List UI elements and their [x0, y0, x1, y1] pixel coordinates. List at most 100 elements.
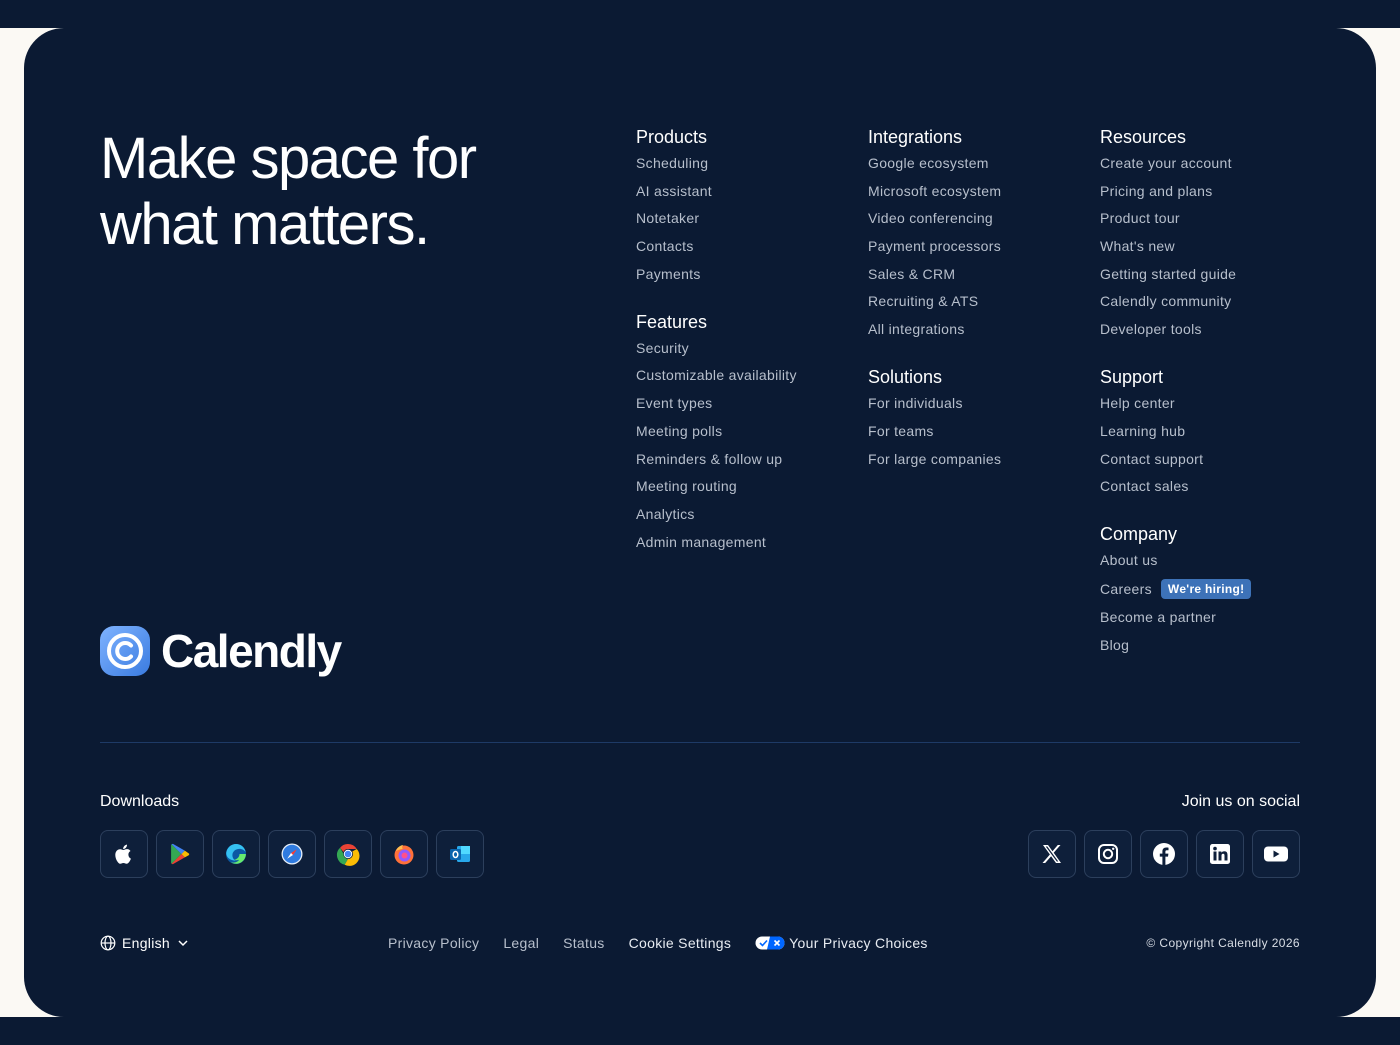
link-reminders[interactable]: Reminders & follow up: [636, 450, 797, 468]
outlook-download-button[interactable]: [436, 830, 484, 878]
calendly-logo-icon: [100, 626, 150, 676]
link-event-types[interactable]: Event types: [636, 394, 797, 412]
x-icon: [1042, 845, 1061, 863]
features-heading: Features: [636, 311, 708, 332]
footer-divider: [100, 742, 1300, 743]
link-for-large-companies[interactable]: For large companies: [868, 450, 1001, 468]
support-heading: Support: [1100, 367, 1164, 388]
copyright-text: © Copyright Calendly 2026: [1146, 936, 1300, 950]
chevron-down-icon: [178, 940, 188, 947]
privacy-toggle-icon: [755, 936, 785, 950]
link-about-us[interactable]: About us: [1100, 551, 1251, 569]
link-ai-assistant[interactable]: AI assistant: [636, 182, 797, 200]
hero-headline: Make space for what matters.: [100, 126, 540, 258]
solutions-heading: Solutions: [868, 367, 943, 388]
cookie-settings-button[interactable]: Cookie Settings: [629, 934, 732, 952]
privacy-choices-link[interactable]: Your Privacy Choices: [755, 934, 928, 952]
features-group: Features Security Customizable availabil…: [636, 311, 797, 551]
hero-line-1: Make space for: [100, 126, 477, 191]
link-microsoft-ecosystem[interactable]: Microsoft ecosystem: [868, 182, 1001, 200]
link-developer-tools[interactable]: Developer tools: [1100, 320, 1251, 338]
google-play-download-button[interactable]: [156, 830, 204, 878]
link-meeting-polls[interactable]: Meeting polls: [636, 422, 797, 440]
edge-download-button[interactable]: [212, 830, 260, 878]
apple-icon: [115, 844, 131, 864]
edge-icon: [226, 844, 246, 864]
link-video-conferencing[interactable]: Video conferencing: [868, 209, 1001, 227]
language-label: English: [122, 935, 171, 951]
instagram-social-button[interactable]: [1084, 830, 1132, 878]
youtube-social-button[interactable]: [1252, 830, 1300, 878]
link-customizable-availability[interactable]: Customizable availability: [636, 366, 797, 384]
link-contacts[interactable]: Contacts: [636, 237, 797, 255]
careers-row: Careers We're hiring!: [1100, 578, 1252, 599]
chrome-icon: [336, 843, 360, 866]
integrations-heading: Integrations: [868, 127, 963, 147]
safari-icon: [281, 843, 303, 865]
link-notetaker[interactable]: Notetaker: [636, 209, 797, 227]
link-analytics[interactable]: Analytics: [636, 505, 797, 523]
resources-heading: Resources: [1100, 127, 1187, 147]
solutions-group: Solutions For individuals For teams For …: [868, 366, 1001, 467]
link-all-integrations[interactable]: All integrations: [868, 320, 1001, 338]
language-selector[interactable]: English: [100, 934, 189, 952]
linkedin-icon: [1210, 844, 1230, 864]
link-payments[interactable]: Payments: [636, 265, 797, 283]
link-for-individuals[interactable]: For individuals: [868, 394, 1001, 412]
link-community[interactable]: Calendly community: [1100, 292, 1251, 310]
hero-line-2: what matters.: [100, 192, 430, 257]
link-payment-processors[interactable]: Payment processors: [868, 237, 1001, 255]
youtube-icon: [1264, 846, 1288, 862]
link-recruiting-ats[interactable]: Recruiting & ATS: [868, 292, 1001, 310]
link-status[interactable]: Status: [563, 934, 605, 952]
link-help-center[interactable]: Help center: [1100, 394, 1251, 412]
column-products-features: Products Scheduling AI assistant Notetak…: [636, 126, 797, 579]
support-group: Support Help center Learning hub Contact…: [1100, 366, 1251, 495]
link-product-tour[interactable]: Product tour: [1100, 209, 1251, 227]
link-become-partner[interactable]: Become a partner: [1100, 608, 1251, 626]
link-pricing[interactable]: Pricing and plans: [1100, 182, 1251, 200]
link-legal[interactable]: Legal: [503, 934, 539, 952]
link-admin-management[interactable]: Admin management: [636, 533, 797, 551]
brand-name: Calendly: [161, 625, 342, 677]
products-heading: Products: [636, 127, 708, 147]
link-privacy-policy[interactable]: Privacy Policy: [388, 934, 479, 952]
link-getting-started[interactable]: Getting started guide: [1100, 265, 1251, 283]
products-group: Products Scheduling AI assistant Notetak…: [636, 126, 797, 283]
safari-download-button[interactable]: [268, 830, 316, 878]
linkedin-social-button[interactable]: [1196, 830, 1244, 878]
company-heading: Company: [1100, 524, 1178, 545]
integrations-group: Integrations Google ecosystem Microsoft …: [868, 126, 1001, 338]
x-social-button[interactable]: [1028, 830, 1076, 878]
link-contact-support[interactable]: Contact support: [1100, 450, 1251, 468]
link-scheduling[interactable]: Scheduling: [636, 154, 797, 172]
instagram-icon: [1098, 844, 1118, 864]
privacy-choices-label: Your Privacy Choices: [789, 935, 928, 951]
hiring-badge[interactable]: We're hiring!: [1160, 578, 1252, 599]
link-sales-crm[interactable]: Sales & CRM: [868, 265, 1001, 283]
apple-download-button[interactable]: [100, 830, 148, 878]
resources-group: Resources Create your account Pricing an…: [1100, 126, 1251, 338]
link-meeting-routing[interactable]: Meeting routing: [636, 477, 797, 495]
link-whats-new[interactable]: What's new: [1100, 237, 1251, 255]
google-play-icon: [171, 843, 190, 865]
link-security[interactable]: Security: [636, 339, 797, 357]
chrome-download-button[interactable]: [324, 830, 372, 878]
facebook-icon: [1153, 843, 1175, 865]
firefox-download-button[interactable]: [380, 830, 428, 878]
globe-icon: [100, 935, 116, 951]
company-group: Company About us Careers We're hiring! B…: [1100, 523, 1252, 654]
firefox-icon: [394, 845, 414, 865]
calendly-logo[interactable]: Calendly: [100, 625, 342, 677]
link-blog[interactable]: Blog: [1100, 636, 1251, 654]
link-contact-sales[interactable]: Contact sales: [1100, 477, 1251, 495]
link-google-ecosystem[interactable]: Google ecosystem: [868, 154, 1001, 172]
downloads-heading: Downloads: [100, 793, 180, 810]
link-careers[interactable]: Careers: [1100, 580, 1152, 598]
footer-card: Make space for what matters. Calendly Pr…: [24, 28, 1376, 1017]
facebook-social-button[interactable]: [1140, 830, 1188, 878]
link-for-teams[interactable]: For teams: [868, 422, 1001, 440]
link-create-account[interactable]: Create your account: [1100, 154, 1251, 172]
link-learning-hub[interactable]: Learning hub: [1100, 422, 1251, 440]
downloads-icons: [100, 830, 484, 878]
